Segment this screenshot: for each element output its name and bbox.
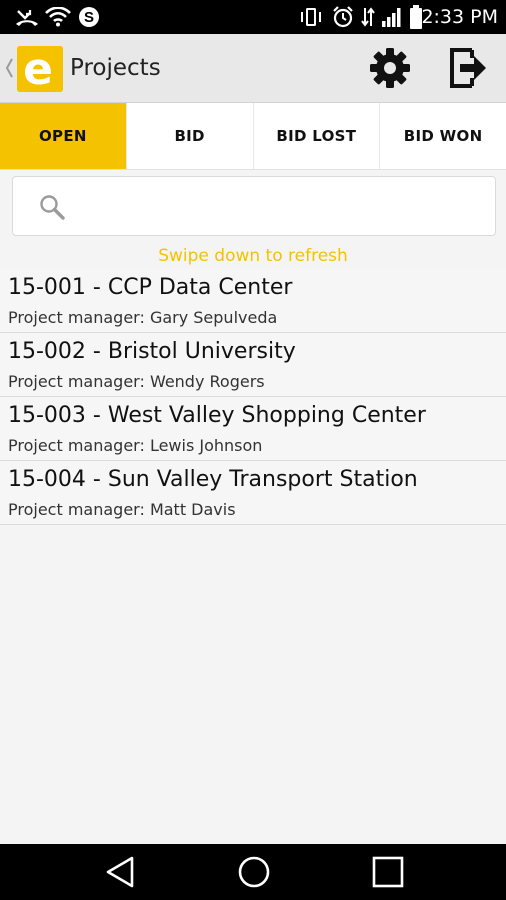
project-title: 15-001 - CCP Data Center bbox=[8, 275, 293, 300]
data-icon bbox=[360, 5, 376, 29]
settings-icon bbox=[368, 46, 412, 90]
logout-button[interactable] bbox=[444, 44, 492, 92]
tab-open[interactable]: OPEN bbox=[0, 103, 126, 169]
project-title: 15-003 - West Valley Shopping Center bbox=[8, 403, 426, 428]
project-manager: Project manager: Wendy Rogers bbox=[8, 372, 265, 391]
refresh-hint: Swipe down to refresh bbox=[158, 246, 348, 266]
app-bar: e Projects bbox=[0, 34, 506, 103]
missed-call-icon bbox=[14, 5, 40, 29]
system-nav-bar bbox=[0, 844, 506, 900]
logout-icon bbox=[446, 46, 490, 90]
tab-bid-won[interactable]: BID WON bbox=[379, 103, 506, 169]
project-row[interactable]: 15-001 - CCP Data Center Project manager… bbox=[0, 269, 506, 333]
app-logo[interactable]: e bbox=[17, 44, 63, 95]
recents-square-icon bbox=[371, 855, 405, 889]
search-input[interactable] bbox=[77, 187, 481, 227]
wifi-icon bbox=[44, 5, 72, 29]
back-chevron-icon[interactable] bbox=[4, 56, 14, 80]
skype-icon: S bbox=[76, 5, 102, 29]
svg-text:S: S bbox=[84, 9, 94, 26]
logo-letter: e bbox=[23, 46, 53, 92]
signal-icon bbox=[380, 5, 404, 29]
nav-home-button[interactable] bbox=[234, 852, 274, 892]
project-manager: Project manager: Matt Davis bbox=[8, 500, 236, 519]
alarm-icon bbox=[330, 5, 356, 29]
search-box bbox=[12, 176, 496, 236]
back-triangle-icon bbox=[104, 855, 136, 889]
status-bar: S 2:33 PM bbox=[0, 0, 506, 34]
project-row[interactable]: 15-003 - West Valley Shopping Center Pro… bbox=[0, 397, 506, 461]
page-title: Projects bbox=[70, 55, 161, 81]
project-manager: Project manager: Gary Sepulveda bbox=[8, 308, 278, 327]
project-row[interactable]: 15-004 - Sun Valley Transport Station Pr… bbox=[0, 461, 506, 525]
home-circle-icon bbox=[237, 855, 271, 889]
filter-tabs: OPEN BID BID LOST BID WON bbox=[0, 103, 506, 170]
settings-button[interactable] bbox=[366, 44, 414, 92]
project-row[interactable]: 15-002 - Bristol University Project mana… bbox=[0, 333, 506, 397]
project-title: 15-002 - Bristol University bbox=[8, 339, 296, 364]
tab-bid[interactable]: BID bbox=[125, 103, 253, 169]
tab-bid-lost[interactable]: BID LOST bbox=[252, 103, 380, 169]
project-manager: Project manager: Lewis Johnson bbox=[8, 436, 263, 455]
status-time: 2:33 PM bbox=[421, 6, 498, 28]
search-icon bbox=[39, 194, 65, 220]
nav-recents-button[interactable] bbox=[368, 852, 408, 892]
project-title: 15-004 - Sun Valley Transport Station bbox=[8, 467, 418, 492]
project-list: 15-001 - CCP Data Center Project manager… bbox=[0, 269, 506, 525]
nav-back-button[interactable] bbox=[100, 852, 140, 892]
vibrate-icon bbox=[298, 5, 324, 29]
